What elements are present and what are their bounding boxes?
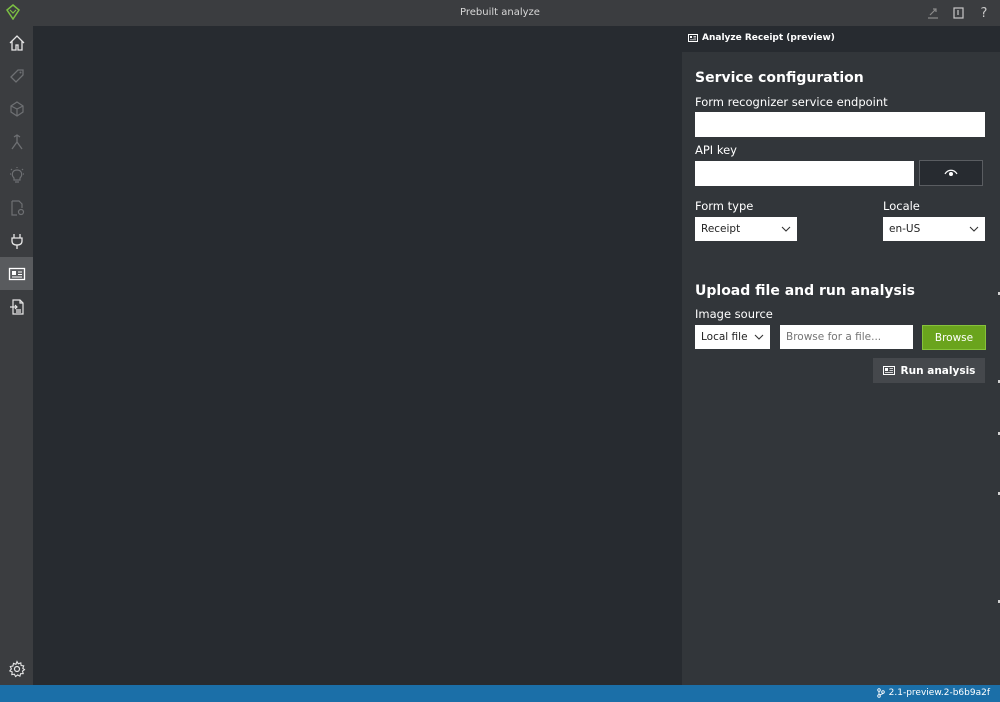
merge-icon bbox=[10, 133, 23, 149]
nav-model[interactable] bbox=[0, 92, 33, 125]
run-analysis-button[interactable]: Run analysis bbox=[873, 358, 985, 383]
nav-home[interactable] bbox=[0, 26, 33, 59]
apikey-label: API key bbox=[695, 143, 737, 157]
window-title: Prebuilt analyze bbox=[460, 7, 540, 18]
nav-layout[interactable] bbox=[0, 290, 33, 323]
chevron-down-icon bbox=[781, 226, 791, 232]
nav-connections[interactable] bbox=[0, 224, 33, 257]
id-card-icon bbox=[882, 366, 895, 375]
nav-analyze[interactable] bbox=[0, 158, 33, 191]
image-source-value: Local file bbox=[701, 331, 748, 343]
locale-value: en-US bbox=[889, 223, 921, 235]
doc-settings-icon bbox=[10, 199, 24, 216]
chevron-down-icon bbox=[754, 334, 764, 340]
git-branch-icon bbox=[876, 688, 885, 698]
run-analysis-label: Run analysis bbox=[900, 364, 976, 377]
locale-select[interactable]: en-US bbox=[883, 217, 985, 241]
locale-label: Locale bbox=[883, 199, 920, 213]
eye-icon bbox=[944, 169, 958, 176]
home-icon bbox=[9, 34, 24, 51]
chevron-down-icon bbox=[969, 226, 979, 232]
lightbulb-icon bbox=[9, 166, 24, 183]
toggle-apikey-visibility-button[interactable] bbox=[919, 160, 983, 186]
image-source-select[interactable]: Local file bbox=[695, 325, 770, 349]
image-source-label: Image source bbox=[695, 307, 773, 321]
form-type-label: Form type bbox=[695, 199, 754, 213]
analyze-canvas bbox=[33, 26, 682, 685]
status-bar: 2.1-preview.2-b6b9a2f bbox=[0, 685, 1000, 702]
version-info: 2.1-preview.2-b6b9a2f bbox=[876, 688, 990, 698]
service-config-title: Service configuration bbox=[695, 70, 864, 86]
analyze-panel: Analyze Receipt (preview) Service config… bbox=[682, 26, 1000, 685]
tag-icon bbox=[9, 68, 24, 83]
nav-train[interactable] bbox=[0, 125, 33, 158]
form-type-select[interactable]: Receipt bbox=[695, 217, 797, 241]
panel-header: Analyze Receipt (preview) bbox=[682, 26, 1000, 52]
apikey-input[interactable] bbox=[695, 161, 914, 186]
endpoint-input[interactable] bbox=[695, 112, 985, 137]
form-type-value: Receipt bbox=[701, 223, 741, 235]
docs-icon[interactable] bbox=[949, 4, 967, 22]
nav-prebuilt[interactable] bbox=[0, 257, 33, 290]
id-card-icon bbox=[688, 34, 698, 42]
plug-icon bbox=[10, 233, 23, 249]
left-nav bbox=[0, 26, 33, 685]
gear-icon bbox=[8, 659, 25, 677]
version-text: 2.1-preview.2-b6b9a2f bbox=[888, 688, 990, 698]
panel-title: Analyze Receipt (preview) bbox=[702, 33, 835, 43]
file-path-input[interactable] bbox=[780, 325, 913, 349]
nav-tags[interactable] bbox=[0, 59, 33, 92]
share-icon[interactable] bbox=[924, 4, 942, 22]
model-icon bbox=[9, 100, 24, 117]
layout-doc-icon bbox=[9, 298, 24, 315]
upload-section-title: Upload file and run analysis bbox=[695, 283, 915, 299]
help-icon[interactable]: ? bbox=[975, 4, 993, 22]
nav-settings-doc[interactable] bbox=[0, 191, 33, 224]
nav-app-settings[interactable] bbox=[0, 652, 33, 685]
id-card-icon bbox=[8, 267, 25, 280]
title-bar: Prebuilt analyze ? bbox=[0, 0, 1000, 26]
endpoint-label: Form recognizer service endpoint bbox=[695, 95, 888, 109]
browse-button[interactable]: Browse bbox=[922, 325, 986, 350]
